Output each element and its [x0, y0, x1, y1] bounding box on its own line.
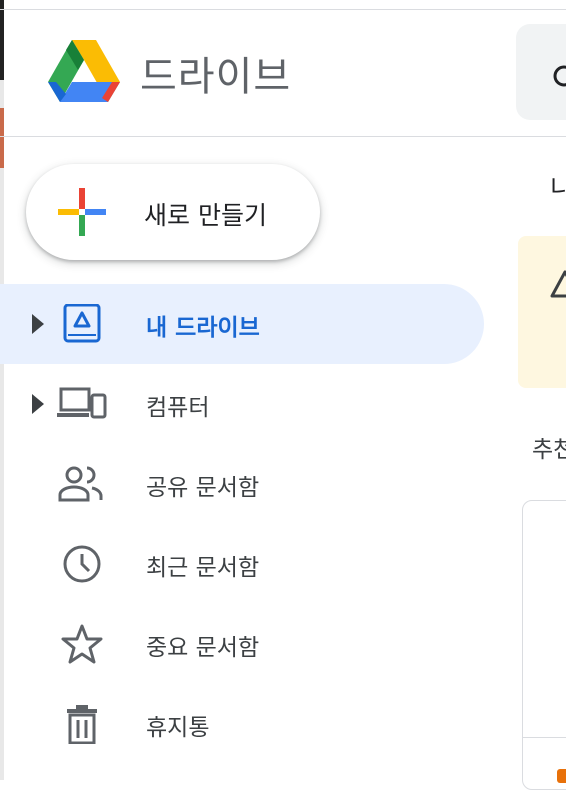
- drive-logo-icon[interactable]: [46, 38, 122, 104]
- sidebar-item-label: 휴지통: [146, 715, 210, 741]
- suggested-file-card[interactable]: [522, 500, 566, 790]
- sidebar-item-trash[interactable]: 휴지통: [0, 684, 484, 764]
- sidebar-item-computers[interactable]: 컴퓨터: [0, 364, 484, 444]
- file-type-icon: [557, 769, 566, 783]
- warning-icon: [550, 270, 566, 298]
- header-divider: [0, 136, 566, 137]
- trash-icon: [67, 705, 97, 744]
- notice-banner: [518, 236, 566, 388]
- sidebar-item-label: 컴퓨터: [146, 395, 210, 421]
- computers-icon: [57, 387, 107, 419]
- search-bar[interactable]: [516, 24, 566, 120]
- expand-arrow-icon[interactable]: [32, 314, 44, 334]
- shared-icon: [58, 466, 103, 502]
- sidebar-item-label: 최근 문서함: [146, 555, 260, 581]
- suggested-section-title: 추천: [532, 437, 566, 463]
- new-button-label: 새로 만들기: [144, 201, 267, 230]
- search-icon[interactable]: [552, 64, 566, 94]
- top-divider: [0, 9, 566, 10]
- sidebar-item-recent[interactable]: 최근 문서함: [0, 524, 484, 604]
- main-tab-fragment[interactable]: 니: [550, 168, 566, 203]
- my-drive-icon: [63, 304, 101, 343]
- expand-arrow-icon[interactable]: [32, 394, 44, 414]
- sidebar-item-label: 중요 문서함: [146, 635, 260, 661]
- clock-icon: [63, 545, 101, 583]
- sidebar-item-shared[interactable]: 공유 문서함: [0, 444, 484, 524]
- sidebar-item-label: 내 드라이브: [146, 315, 260, 341]
- card-divider: [523, 737, 566, 738]
- new-button[interactable]: 새로 만들기: [26, 164, 320, 260]
- sidebar-item-label: 공유 문서함: [146, 475, 260, 501]
- star-icon: [61, 624, 103, 664]
- sidebar-item-starred[interactable]: 중요 문서함: [0, 604, 484, 684]
- sidebar-item-my-drive[interactable]: 내 드라이브: [0, 284, 484, 364]
- plus-icon: [58, 188, 106, 236]
- app-title[interactable]: 드라이브: [140, 44, 291, 102]
